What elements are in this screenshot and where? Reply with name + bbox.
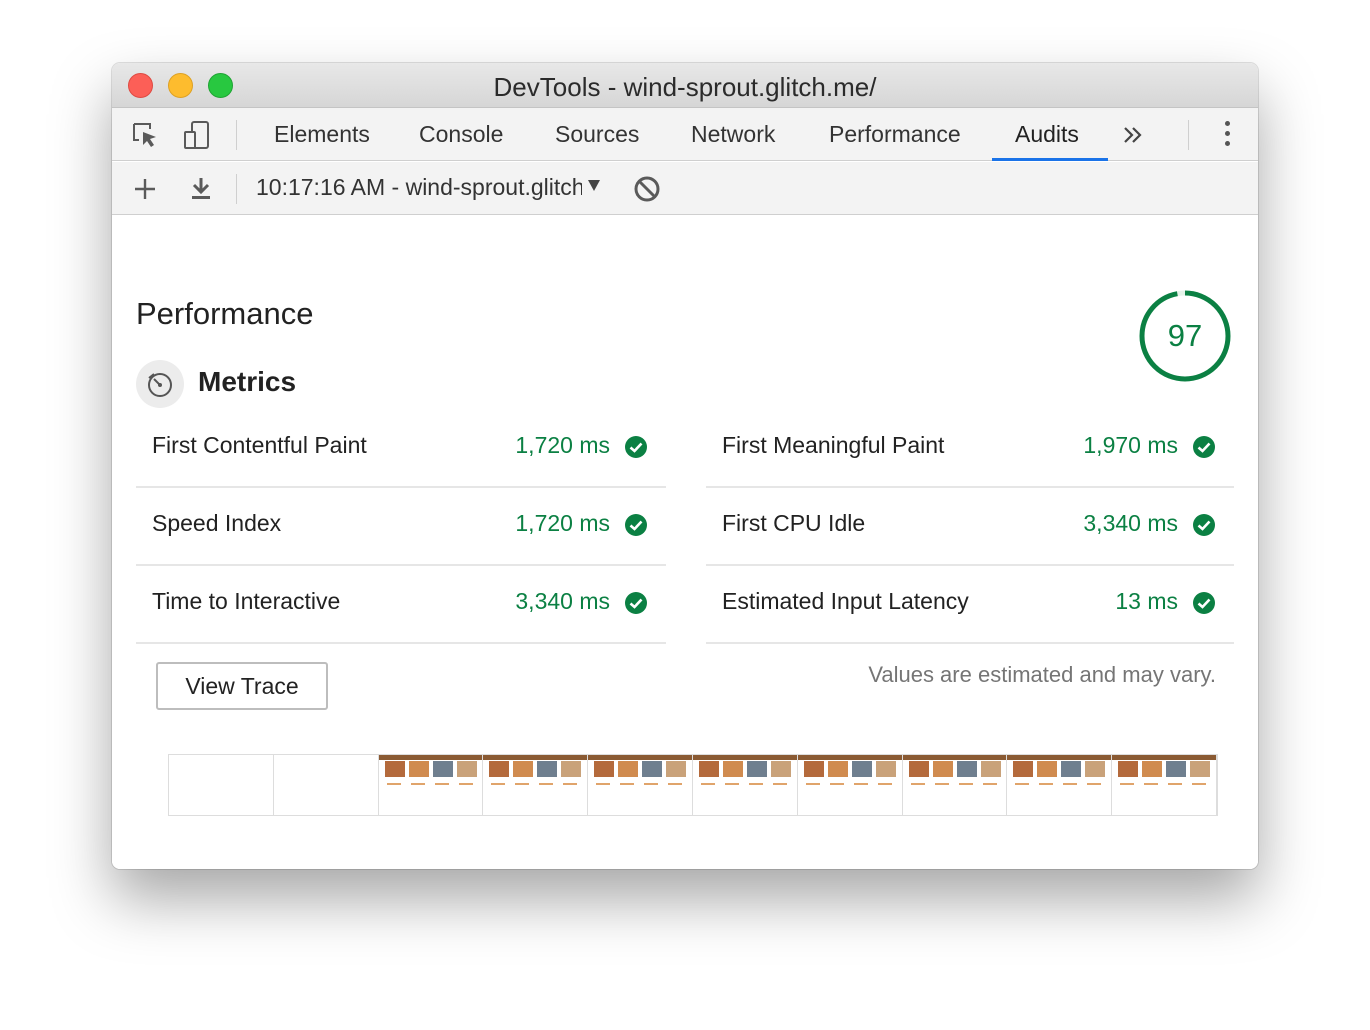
metrics-timer-icon bbox=[136, 360, 184, 408]
metric-name: First Meaningful Paint bbox=[722, 432, 945, 458]
filmstrip-frame bbox=[693, 755, 798, 815]
filmstrip-frame bbox=[797, 755, 903, 815]
toolbar-divider bbox=[236, 174, 237, 204]
window-title: DevTools - wind-sprout.glitch.me/ bbox=[493, 72, 877, 102]
report-selector[interactable]: 10:17:16 AM - wind-sprout.glitch.me/ bbox=[256, 174, 586, 201]
toolbar-divider bbox=[236, 120, 237, 150]
tab-performance[interactable]: Performance bbox=[829, 108, 961, 161]
metrics-label: Metrics bbox=[198, 366, 297, 397]
more-tabs-icon[interactable] bbox=[1122, 124, 1144, 146]
add-icon[interactable] bbox=[130, 174, 160, 204]
metric-value: 3,340 ms bbox=[1083, 510, 1178, 536]
check-circle-icon bbox=[1193, 436, 1215, 458]
tab-console[interactable]: Console bbox=[419, 108, 503, 161]
devtools-window: DevTools - wind-sprout.glitch.me/ Elemen… bbox=[112, 63, 1258, 869]
metric-row: Estimated Input Latency 13 ms bbox=[706, 566, 1234, 644]
download-icon[interactable] bbox=[186, 174, 216, 204]
tab-network[interactable]: Network bbox=[691, 108, 775, 161]
check-circle-icon bbox=[1193, 514, 1215, 536]
filmstrip-frame bbox=[483, 755, 589, 815]
filmstrip-frame bbox=[902, 755, 1008, 815]
metric-row: First CPU Idle 3,340 ms bbox=[706, 488, 1234, 566]
metric-value: 13 ms bbox=[1115, 588, 1178, 614]
performance-score: 97 bbox=[1167, 318, 1203, 353]
filmstrip-frame bbox=[378, 755, 484, 815]
metric-value: 3,340 ms bbox=[515, 588, 610, 614]
check-circle-icon bbox=[625, 592, 647, 614]
audits-toolbar: 10:17:16 AM - wind-sprout.glitch.me/ bbox=[112, 162, 1258, 215]
score-gauge: 97 bbox=[1137, 288, 1233, 384]
filmstrip-frame bbox=[1112, 755, 1217, 815]
metric-value: 1,720 ms bbox=[515, 432, 610, 458]
tab-sources[interactable]: Sources bbox=[555, 108, 639, 161]
screenshot-filmstrip bbox=[168, 754, 1218, 816]
metric-name: Time to Interactive bbox=[152, 588, 341, 614]
device-toolbar-icon[interactable] bbox=[182, 120, 212, 150]
metric-name: Speed Index bbox=[152, 510, 282, 536]
check-circle-icon bbox=[1193, 592, 1215, 614]
chevron-down-icon[interactable] bbox=[588, 180, 600, 191]
panel-tab-bar: Elements Console Sources Network Perform… bbox=[112, 108, 1258, 161]
clear-icon[interactable] bbox=[632, 174, 662, 204]
tab-elements[interactable]: Elements bbox=[274, 108, 370, 161]
toolbar-divider bbox=[1188, 120, 1189, 150]
metric-value: 1,720 ms bbox=[515, 510, 610, 536]
metric-row: First Meaningful Paint 1,970 ms bbox=[706, 410, 1234, 488]
report-selector-label: 10:17:16 AM - wind-sprout.glitch.me/ bbox=[256, 174, 582, 200]
filmstrip-frame bbox=[588, 755, 693, 815]
filmstrip-frame bbox=[273, 755, 379, 815]
metric-row: Speed Index 1,720 ms bbox=[136, 488, 666, 566]
metric-value: 1,970 ms bbox=[1083, 432, 1178, 458]
metric-name: First CPU Idle bbox=[722, 510, 866, 536]
filmstrip-frame bbox=[1007, 755, 1113, 815]
inspect-element-icon[interactable] bbox=[130, 120, 160, 150]
check-circle-icon bbox=[625, 436, 647, 458]
audit-report: Performance 97 Metrics First Contentful … bbox=[112, 216, 1258, 869]
metric-row: First Contentful Paint 1,720 ms bbox=[136, 410, 666, 488]
section-title: Performance bbox=[136, 296, 314, 331]
title-bar: DevTools - wind-sprout.glitch.me/ bbox=[112, 63, 1258, 108]
filmstrip-frame bbox=[169, 755, 274, 815]
metric-name: Estimated Input Latency bbox=[722, 588, 969, 614]
metric-row: Time to Interactive 3,340 ms bbox=[136, 566, 666, 644]
tab-audits[interactable]: Audits bbox=[1015, 108, 1079, 161]
metric-name: First Contentful Paint bbox=[152, 432, 367, 458]
kebab-menu-icon[interactable] bbox=[1223, 121, 1231, 149]
active-tab-indicator bbox=[992, 158, 1108, 161]
check-circle-icon bbox=[625, 514, 647, 536]
view-trace-button[interactable]: View Trace bbox=[156, 662, 328, 710]
estimate-disclaimer: Values are estimated and may vary. bbox=[868, 662, 1216, 687]
